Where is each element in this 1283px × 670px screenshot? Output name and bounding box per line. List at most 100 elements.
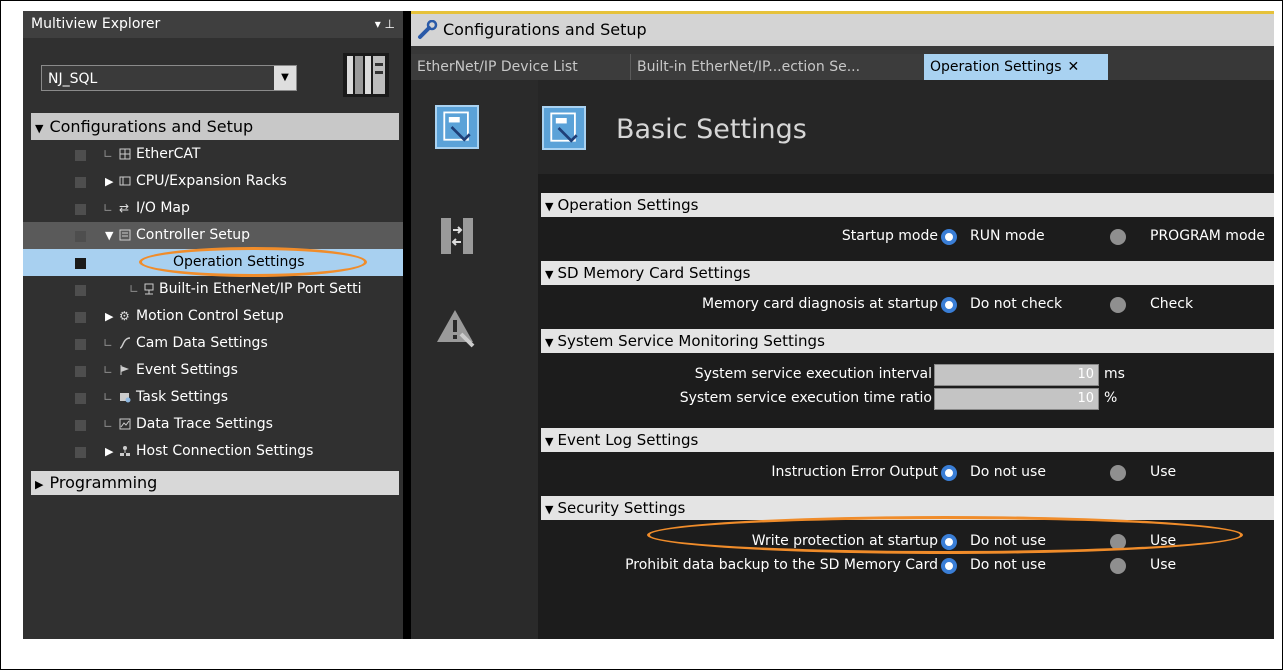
trace-chart-icon bbox=[119, 418, 131, 430]
collapse-triangle-icon[interactable]: ▼ bbox=[35, 122, 43, 135]
tree-item-ethercat[interactable]: ∟ EtherCAT bbox=[23, 141, 403, 168]
tree-root-configurations[interactable]: ▼ Configurations and Setup bbox=[31, 113, 399, 140]
section-system-service-monitoring[interactable]: ▼ System Service Monitoring Settings bbox=[541, 329, 1274, 353]
tree-item-event-settings[interactable]: ∟ Event Settings bbox=[23, 357, 403, 384]
section-event-log[interactable]: ▼ Event Log Settings bbox=[541, 428, 1274, 452]
tab-ethernet-ip-device-list[interactable]: EtherNet/IP Device List bbox=[411, 54, 631, 80]
write-protection-label: Write protection at startup bbox=[751, 533, 938, 549]
tree-item-data-trace[interactable]: ∟ Data Trace Settings bbox=[23, 411, 403, 438]
controller-setup-icon bbox=[119, 229, 131, 241]
service-interval-input[interactable]: 10 bbox=[934, 364, 1099, 386]
pin-icon[interactable]: ▾ ⊥ bbox=[375, 11, 395, 38]
explorer-title: Multiview Explorer bbox=[31, 16, 161, 32]
do-not-check-radio[interactable] bbox=[941, 297, 957, 313]
collapse-triangle-icon[interactable]: ▼ bbox=[545, 268, 553, 281]
tree-item-label: Task Settings bbox=[136, 389, 229, 405]
tree-root-programming[interactable]: ▶ Programming bbox=[31, 471, 399, 495]
check-label: Check bbox=[1150, 296, 1194, 312]
tree-connector-icon: ∟ bbox=[103, 390, 114, 404]
pane-splitter[interactable] bbox=[403, 11, 411, 639]
tree-item-controller-setup[interactable]: ▼ Controller Setup bbox=[23, 222, 403, 249]
sysmac-studio-window: Multiview Explorer ▾ ⊥ NJ_SQL ▼ ▼ Configu… bbox=[23, 11, 1274, 639]
check-radio[interactable] bbox=[1110, 297, 1126, 313]
tree-item-label: Data Trace Settings bbox=[136, 416, 273, 432]
status-square-icon bbox=[75, 150, 86, 161]
tree-connector-icon: ∟ bbox=[103, 147, 114, 161]
backup-do-not-use-radio[interactable] bbox=[941, 558, 957, 574]
event-do-not-use-radio[interactable] bbox=[941, 465, 957, 481]
tree-root-label: Configurations and Setup bbox=[49, 117, 254, 136]
device-select[interactable]: NJ_SQL ▼ bbox=[41, 65, 297, 91]
startup-mode-label: Startup mode bbox=[841, 228, 938, 244]
collapse-triangle-icon[interactable]: ▼ bbox=[545, 503, 553, 516]
status-square-icon bbox=[75, 204, 86, 215]
wrench-icon bbox=[418, 20, 438, 39]
io-settings-icon[interactable] bbox=[435, 214, 479, 258]
program-mode-radio[interactable] bbox=[1110, 229, 1126, 245]
tab-strip: EtherNet/IP Device List Built-in EtherNe… bbox=[411, 46, 1274, 80]
section-security[interactable]: ▼ Security Settings bbox=[541, 496, 1274, 520]
tree-item-task-settings[interactable]: ∟ Task Settings bbox=[23, 384, 403, 411]
tree-item-label: Operation Settings bbox=[173, 254, 305, 270]
tab-builtin-ethernet-ip-connection[interactable]: Built-in EtherNet/IP...ection Se... bbox=[631, 54, 944, 80]
close-icon[interactable]: ✕ bbox=[1068, 59, 1080, 75]
write-do-not-use-label: Do not use bbox=[970, 533, 1046, 549]
write-do-not-use-radio[interactable] bbox=[941, 534, 957, 550]
editor-titlebar: Configurations and Setup bbox=[411, 14, 1274, 46]
service-time-ratio-label: System service execution time ratio bbox=[679, 390, 932, 406]
settings-content: Basic Settings ▼ Operation Settings Start… bbox=[538, 80, 1274, 639]
tree-connector-icon: ∟ bbox=[129, 282, 140, 296]
event-use-label: Use bbox=[1150, 464, 1177, 480]
collapse-triangle-icon[interactable]: ▼ bbox=[545, 200, 553, 213]
expand-triangle-icon[interactable]: ▶ bbox=[105, 303, 113, 330]
tree-item-cpu-racks[interactable]: ▶ CPU/Expansion Racks bbox=[23, 168, 403, 195]
status-square-icon bbox=[75, 366, 86, 377]
section-operation-settings[interactable]: ▼ Operation Settings bbox=[541, 193, 1274, 217]
expand-triangle-icon[interactable]: ▶ bbox=[105, 438, 113, 465]
backup-use-radio[interactable] bbox=[1110, 558, 1126, 574]
event-do-not-use-label: Do not use bbox=[970, 464, 1046, 480]
tab-operation-settings[interactable]: Operation Settings ✕ bbox=[924, 54, 1108, 80]
write-use-label: Use bbox=[1150, 533, 1177, 549]
tab-label: Operation Settings bbox=[930, 59, 1062, 75]
task-icon bbox=[120, 393, 131, 403]
service-interval-value: 10 bbox=[1077, 367, 1094, 382]
section-title: Event Log Settings bbox=[557, 431, 699, 449]
dropdown-arrow-icon[interactable]: ▼ bbox=[274, 66, 296, 90]
page-header: Basic Settings bbox=[538, 80, 1274, 174]
tree-item-host-connection[interactable]: ▶ Host Connection Settings bbox=[23, 438, 403, 465]
expand-triangle-icon[interactable]: ▶ bbox=[35, 478, 43, 491]
editor-title: Configurations and Setup bbox=[443, 20, 647, 39]
event-use-radio[interactable] bbox=[1110, 465, 1126, 481]
tree-item-builtin-ethernet-ip[interactable]: ∟ Built-in EtherNet/IP Port Setti bbox=[23, 276, 403, 303]
service-interval-label: System service execution interval bbox=[694, 366, 932, 382]
tree-item-label: Host Connection Settings bbox=[136, 443, 314, 459]
controller-icon[interactable] bbox=[343, 53, 389, 97]
page-title: Basic Settings bbox=[616, 114, 807, 145]
status-square-icon bbox=[75, 420, 86, 431]
tree-item-io-map[interactable]: ∟ ⇄ I/O Map bbox=[23, 195, 403, 222]
collapse-triangle-icon[interactable]: ▼ bbox=[545, 336, 553, 349]
collapse-triangle-icon[interactable]: ▼ bbox=[545, 435, 553, 448]
tree-item-label: Built-in EtherNet/IP Port Setti bbox=[159, 281, 362, 297]
tree-item-motion-control[interactable]: ▶ ⚙ Motion Control Setup bbox=[23, 303, 403, 330]
collapse-triangle-icon[interactable]: ▼ bbox=[105, 222, 113, 249]
tree-root-label: Programming bbox=[49, 473, 158, 492]
write-use-radio[interactable] bbox=[1110, 534, 1126, 550]
tree-item-operation-settings[interactable]: Operation Settings bbox=[23, 249, 403, 276]
tab-label: Built-in EtherNet/IP...ection Se... bbox=[637, 59, 861, 75]
warning-settings-icon[interactable] bbox=[435, 306, 479, 350]
service-time-ratio-input[interactable]: 10 bbox=[934, 388, 1099, 410]
prohibit-backup-label: Prohibit data backup to the SD Memory Ca… bbox=[625, 557, 938, 573]
editor-pane: Configurations and Setup EtherNet/IP Dev… bbox=[411, 11, 1274, 639]
section-sd-memory-card[interactable]: ▼ SD Memory Card Settings bbox=[541, 261, 1274, 285]
expand-triangle-icon[interactable]: ▶ bbox=[105, 168, 113, 195]
section-title: Security Settings bbox=[557, 499, 686, 517]
status-square-icon bbox=[75, 231, 86, 242]
tree-item-label: I/O Map bbox=[136, 200, 190, 216]
basic-settings-icon[interactable] bbox=[435, 105, 479, 149]
tree-item-cam-data[interactable]: ∟ Cam Data Settings bbox=[23, 330, 403, 357]
section-title: Operation Settings bbox=[557, 196, 699, 214]
run-mode-radio[interactable] bbox=[941, 229, 957, 245]
tree-item-label: Event Settings bbox=[136, 362, 238, 378]
